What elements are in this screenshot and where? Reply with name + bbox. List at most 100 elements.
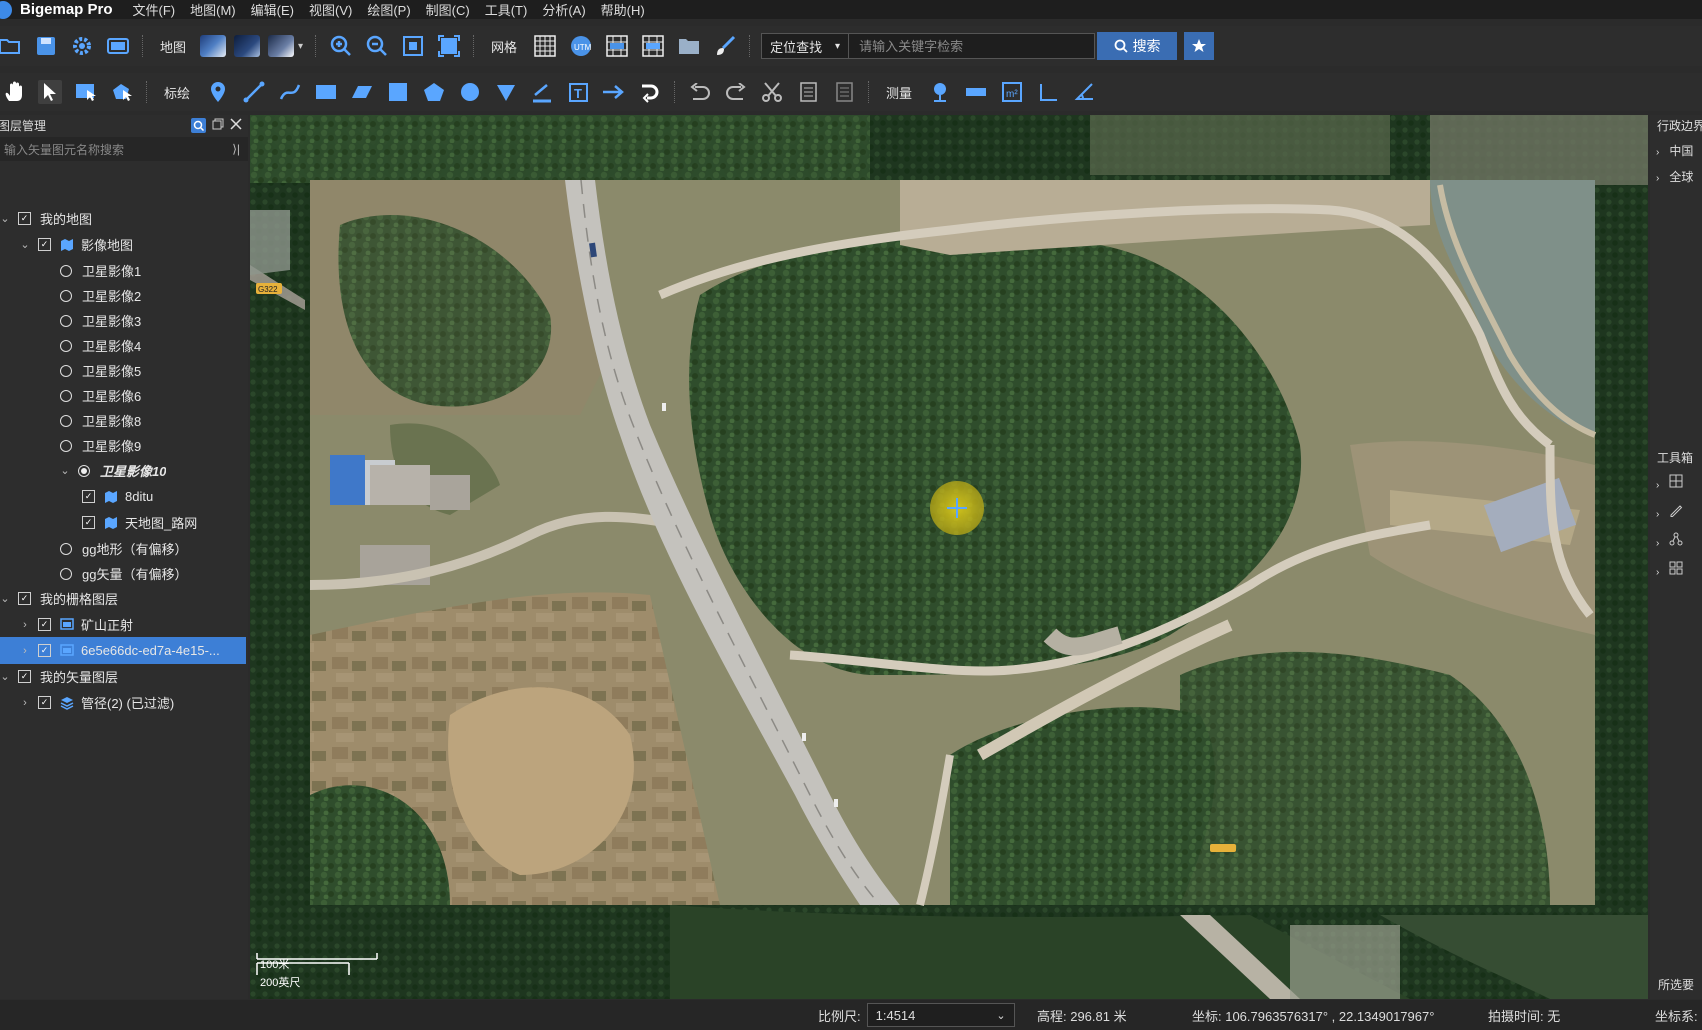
window-icon[interactable] — [106, 34, 130, 58]
measure-distance-icon[interactable] — [964, 80, 988, 104]
layer-tree-row[interactable]: ⌄ ✓ 我的矢量图层 — [0, 663, 246, 690]
layer-tree-row[interactable]: 卫星影像2 — [0, 282, 246, 309]
admin-item-china[interactable]: › 中国 — [1656, 142, 1693, 159]
collapse-panel-icon[interactable]: ⟩| — [232, 142, 240, 156]
layer-checkbox[interactable]: ✓ — [18, 592, 31, 605]
measure-area-icon[interactable]: m² — [1000, 80, 1024, 104]
pan-hand-icon[interactable] — [2, 80, 26, 104]
menu-edit[interactable]: 编辑(E) — [251, 0, 294, 19]
chevron-right-icon[interactable]: › — [20, 697, 30, 709]
polygon-select-icon[interactable] — [110, 80, 134, 104]
zoom-in-icon[interactable] — [329, 34, 353, 58]
curved-arrow-icon[interactable] — [638, 80, 662, 104]
rectangle-icon[interactable] — [314, 80, 338, 104]
layer-tree-row[interactable]: ✓ 8ditu — [0, 483, 246, 510]
km-grid-icon[interactable] — [605, 34, 629, 58]
box-select-icon[interactable] — [74, 80, 98, 104]
zoom-out-icon[interactable] — [365, 34, 389, 58]
pentagon-icon[interactable] — [422, 80, 446, 104]
layer-radio[interactable] — [60, 542, 72, 555]
chevron-right-icon[interactable]: › — [20, 645, 30, 657]
layer-radio[interactable] — [60, 339, 72, 352]
layer-tree-row[interactable]: ⌄ ✓ 我的栅格图层 — [0, 585, 246, 612]
grid-icon[interactable] — [533, 34, 557, 58]
layer-checkbox[interactable]: ✓ — [82, 490, 95, 503]
layer-radio[interactable] — [60, 289, 72, 302]
toolbox-item-1[interactable]: › — [1656, 474, 1683, 491]
menu-analysis[interactable]: 分析(A) — [542, 0, 585, 19]
sheet-grid-icon[interactable] — [641, 34, 665, 58]
map-canvas[interactable]: G322 100米 200英尺 — [250, 115, 1648, 999]
layer-tree-row[interactable]: ⌄ 卫星影像10 — [0, 457, 246, 484]
layer-tree-row[interactable]: 卫星影像1 — [0, 257, 246, 284]
layer-tree-row[interactable]: 卫星影像4 — [0, 332, 246, 359]
admin-item-global[interactable]: › 全球 — [1656, 168, 1693, 185]
search-input[interactable] — [849, 33, 1096, 59]
layer-radio[interactable] — [60, 364, 72, 377]
menu-tools[interactable]: 工具(T) — [485, 0, 528, 19]
paste-attributes-icon[interactable] — [832, 80, 856, 104]
layer-tree-row[interactable]: › ✓ 管径(2) (已过滤) — [0, 689, 246, 716]
layer-search-box[interactable]: 输入矢量图元名称搜索 ⟩| — [0, 137, 248, 161]
map-source-3-icon[interactable] — [268, 35, 295, 57]
sector-icon[interactable] — [494, 80, 518, 104]
measure-height-icon[interactable] — [1036, 80, 1060, 104]
marker-pin-icon[interactable] — [206, 80, 230, 104]
layer-tree-row[interactable]: 卫星影像5 — [0, 357, 246, 384]
scissors-icon[interactable] — [760, 80, 784, 104]
redo-icon[interactable] — [724, 80, 748, 104]
menu-file[interactable]: 文件(F) — [133, 0, 176, 19]
text-icon[interactable]: T — [566, 80, 590, 104]
undo-icon[interactable] — [688, 80, 712, 104]
utm-grid-icon[interactable]: UTM — [569, 34, 593, 58]
copy-attributes-icon[interactable] — [796, 80, 820, 104]
save-icon[interactable] — [34, 34, 58, 58]
map-view[interactable]: G322 100米 200英尺 — [250, 115, 1648, 999]
layer-checkbox[interactable]: ✓ — [38, 696, 51, 709]
layer-tree-row[interactable]: ✓ 天地图_路网 — [0, 509, 246, 536]
chevron-down-icon[interactable]: ⌄ — [0, 670, 10, 683]
map-source-1-icon[interactable] — [200, 35, 227, 57]
curve-line-icon[interactable] — [278, 80, 302, 104]
brush-icon[interactable] — [713, 34, 737, 58]
layer-tree-row[interactable]: › ✓ 矿山正射 — [0, 611, 246, 638]
layer-radio[interactable] — [60, 264, 72, 277]
layer-tree-row[interactable]: gg矢量（有偏移） — [0, 560, 246, 587]
toolbox-item-4[interactable]: › — [1656, 561, 1683, 578]
menu-help[interactable]: 帮助(H) — [601, 0, 645, 19]
favorite-star-button[interactable] — [1184, 32, 1215, 60]
menu-cartography[interactable]: 制图(C) — [426, 0, 470, 19]
zoom-extent-icon[interactable] — [401, 34, 425, 58]
layer-tree-row[interactable]: › ✓ 6e5e66dc-ed7a-4e15-... — [0, 637, 246, 664]
layer-tree-row[interactable]: 卫星影像9 — [0, 432, 246, 459]
layer-checkbox[interactable]: ✓ — [38, 644, 51, 657]
toolbox-item-3[interactable]: › — [1656, 532, 1683, 549]
layer-checkbox[interactable]: ✓ — [18, 670, 31, 683]
circle-icon[interactable] — [458, 80, 482, 104]
open-folder-icon[interactable] — [0, 34, 22, 58]
layer-tree-row[interactable]: 卫星影像3 — [0, 307, 246, 334]
menu-draw[interactable]: 绘图(P) — [367, 0, 410, 19]
full-extent-icon[interactable] — [437, 34, 461, 58]
close-icon[interactable] — [230, 117, 242, 133]
search-button[interactable]: 搜索 — [1097, 32, 1178, 60]
parallelogram-icon[interactable] — [350, 80, 374, 104]
folder-icon[interactable] — [677, 34, 701, 58]
chevron-down-icon[interactable]: ⌄ — [20, 238, 30, 251]
menu-map[interactable]: 地图(M) — [190, 0, 236, 19]
float-window-icon[interactable] — [212, 118, 224, 133]
chevron-down-icon[interactable]: ⌄ — [60, 464, 70, 477]
polyline-icon[interactable] — [242, 80, 266, 104]
toolbox-item-2[interactable]: › — [1656, 503, 1683, 520]
scale-select[interactable]: 1:4514 ⌄ — [866, 1003, 1015, 1027]
search-icon[interactable] — [191, 117, 206, 133]
layer-tree-row[interactable]: ⌄ ✓ 我的地图 — [0, 205, 246, 232]
arrow-right-icon[interactable] — [602, 80, 626, 104]
measure-angle-icon[interactable] — [1072, 80, 1096, 104]
layer-radio[interactable] — [60, 567, 72, 580]
layer-checkbox[interactable]: ✓ — [82, 516, 95, 529]
layer-tree-row[interactable]: ⌄ ✓ 影像地图 — [0, 231, 246, 258]
layer-tree-row[interactable]: gg地形（有偏移） — [0, 535, 246, 562]
settings-gear-icon[interactable] — [70, 34, 94, 58]
layer-checkbox[interactable]: ✓ — [38, 618, 51, 631]
